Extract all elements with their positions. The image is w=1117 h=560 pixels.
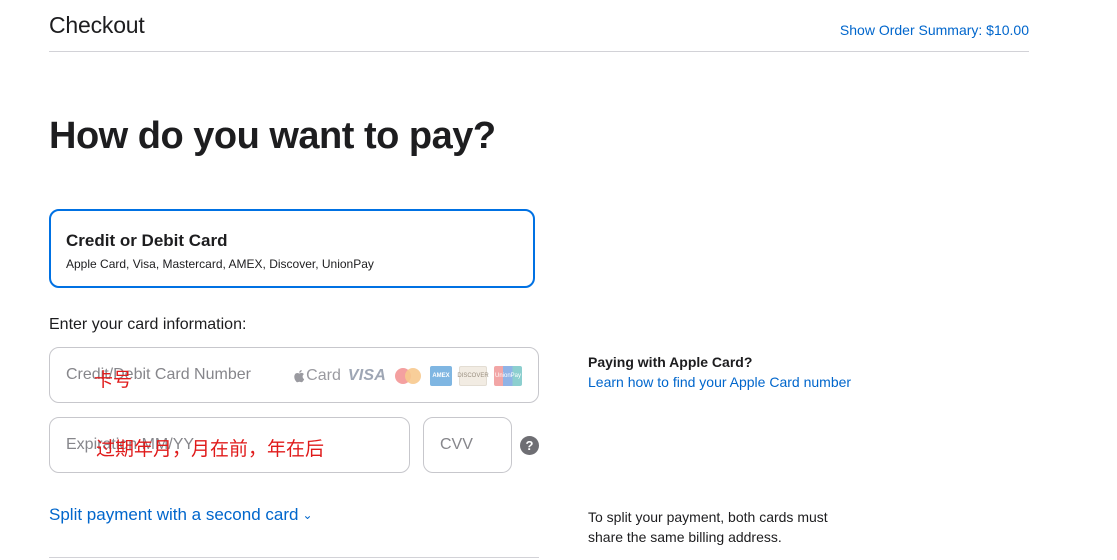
header-divider	[49, 51, 1029, 52]
mastercard-logo	[393, 366, 423, 386]
apple-card-logo-text: Card	[306, 367, 341, 384]
card-number-input[interactable]: Credit/Debit Card Number 卡号 Card VISA AM…	[49, 347, 539, 403]
payment-method-title: Credit or Debit Card	[66, 231, 228, 250]
unionpay-logo: UnionPay	[494, 366, 522, 386]
discover-logo: DISCOVER	[457, 366, 489, 386]
expiration-annotation: 过期年月，月在前，年在后	[96, 438, 325, 460]
page-header-title: Checkout	[49, 12, 145, 38]
cvv-placeholder: CVV	[440, 436, 473, 453]
page-title: How do you want to pay?	[49, 115, 496, 157]
cvv-input[interactable]: CVV	[423, 417, 512, 473]
question-mark-icon[interactable]: ?	[520, 436, 539, 455]
card-brand-logos: Card VISA AMEX DISCOVER UnionPay	[293, 366, 522, 386]
expiration-input[interactable]: Expiration MM/YY 过期年月，月在前，年在后	[49, 417, 410, 473]
payment-method-subtitle: Apple Card, Visa, Mastercard, AMEX, Disc…	[66, 257, 374, 271]
amex-logo: AMEX	[430, 366, 452, 386]
card-number-annotation: 卡号	[94, 369, 133, 391]
section-divider	[49, 557, 539, 558]
split-payment-note: To split your payment, both cards must s…	[588, 509, 828, 545]
chevron-down-icon: ⌄	[302, 508, 313, 522]
apple-card-help-title: Paying with Apple Card?	[588, 354, 753, 370]
split-payment-link[interactable]: Split payment with a second card ⌄	[49, 505, 313, 525]
card-info-label: Enter your card information:	[49, 316, 247, 333]
apple-card-logo: Card	[293, 366, 341, 386]
visa-logo: VISA	[347, 367, 386, 384]
payment-method-credit-debit-card[interactable]: Credit or Debit Card Apple Card, Visa, M…	[49, 209, 535, 288]
split-payment-label: Split payment with a second card	[49, 505, 299, 524]
apple-card-number-help-link[interactable]: Learn how to find your Apple Card number	[588, 374, 851, 390]
show-order-summary-link[interactable]: Show Order Summary: $10.00	[840, 22, 1029, 38]
